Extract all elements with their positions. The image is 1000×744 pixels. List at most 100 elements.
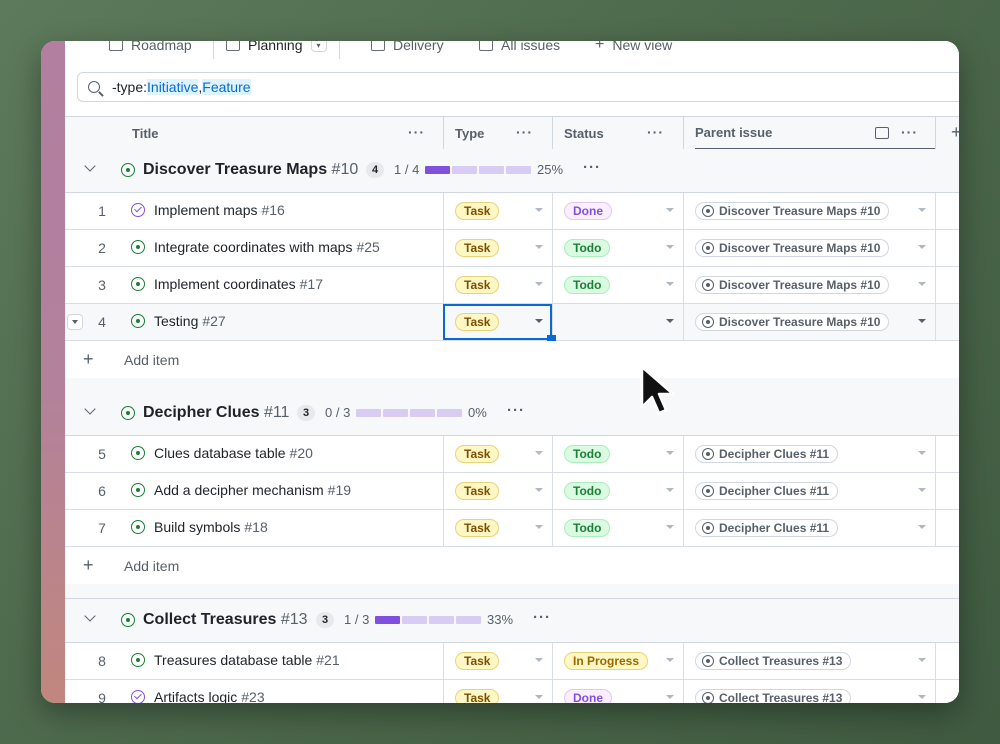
status-pill[interactable]: Todo xyxy=(564,445,611,463)
parent-issue-pill[interactable]: Decipher Clues #11 xyxy=(695,445,839,463)
parent-dropdown-icon[interactable] xyxy=(918,319,926,323)
collapse-group-icon[interactable] xyxy=(85,406,95,416)
tab-options-button[interactable]: ▾ xyxy=(310,41,327,52)
type-pill[interactable]: Task xyxy=(455,276,500,294)
table-row[interactable]: 4 Testing #27 Task Discover Treasure Maps… xyxy=(65,304,959,344)
parent-issue-pill[interactable]: Decipher Clues #11 xyxy=(695,519,839,537)
status-pill[interactable]: Todo xyxy=(564,519,611,537)
type-dropdown-icon[interactable] xyxy=(535,695,543,699)
table-row[interactable]: 1 Implement maps #16 Task Done Discover T… xyxy=(65,193,959,230)
issue-title[interactable]: Clues database table #20 xyxy=(131,445,313,461)
group-by-icon[interactable] xyxy=(875,127,889,139)
parent-dropdown-icon[interactable] xyxy=(918,658,926,662)
status-dropdown-icon[interactable] xyxy=(666,658,674,662)
row-menu-button[interactable] xyxy=(67,314,83,330)
collapse-group-icon[interactable] xyxy=(85,613,95,623)
column-header-title[interactable]: Title xyxy=(132,117,159,150)
column-header-status[interactable]: Status xyxy=(564,117,604,150)
parent-dropdown-icon[interactable] xyxy=(918,525,926,529)
tab-all-issues[interactable]: All issues xyxy=(479,41,560,59)
group-menu-icon[interactable]: ··· xyxy=(507,402,525,419)
status-pill[interactable]: Todo xyxy=(564,482,611,500)
issue-number: #18 xyxy=(244,519,268,535)
type-pill[interactable]: Task xyxy=(455,689,500,703)
issue-title[interactable]: Integrate coordinates with maps #25 xyxy=(131,239,380,255)
parent-dropdown-icon[interactable] xyxy=(918,245,926,249)
column-header-parent-issue[interactable]: Parent issue xyxy=(695,117,935,150)
collapse-group-icon[interactable] xyxy=(85,163,95,173)
status-pill[interactable]: In Progress xyxy=(564,652,649,670)
table-row[interactable]: 7 Build symbols #18 Task Todo Decipher Cl… xyxy=(65,510,959,547)
status-pill[interactable]: Todo xyxy=(564,276,611,294)
status-pill[interactable]: Done xyxy=(564,689,612,703)
type-pill[interactable]: Task xyxy=(455,239,500,257)
table-row[interactable]: 3 Implement coordinates #17 Task Todo Dis… xyxy=(65,267,959,304)
type-dropdown-icon[interactable] xyxy=(535,451,543,455)
type-pill[interactable]: Task xyxy=(455,202,500,220)
table-row[interactable]: 9 Artifacts logic #23 Task Done Collect T… xyxy=(65,680,959,703)
table-row[interactable]: 5 Clues database table #20 Task Todo Deci… xyxy=(65,436,959,473)
parent-dropdown-icon[interactable] xyxy=(918,282,926,286)
status-dropdown-icon[interactable] xyxy=(666,208,674,212)
group-title[interactable]: Collect Treasures #13 xyxy=(143,611,308,629)
filter-input[interactable]: -type:Initiative,Feature xyxy=(77,72,959,102)
type-pill[interactable]: Task xyxy=(455,482,500,500)
add-item-row[interactable]: + Add item xyxy=(65,341,959,379)
column-menu-icon[interactable]: ··· xyxy=(408,124,425,140)
parent-issue-pill[interactable]: Discover Treasure Maps #10 xyxy=(695,276,890,294)
type-pill[interactable]: Task xyxy=(455,445,500,463)
new-view-button[interactable]: + New view xyxy=(595,41,672,59)
parent-issue-pill[interactable]: Collect Treasures #13 xyxy=(695,689,852,703)
parent-issue-pill[interactable]: Discover Treasure Maps #10 xyxy=(695,202,890,220)
parent-dropdown-icon[interactable] xyxy=(918,488,926,492)
group-menu-icon[interactable]: ··· xyxy=(533,609,551,626)
status-dropdown-icon[interactable] xyxy=(666,319,674,323)
status-dropdown-icon[interactable] xyxy=(666,245,674,249)
group-menu-icon[interactable]: ··· xyxy=(583,159,601,176)
table-row[interactable]: 6 Add a decipher mechanism #19 Task Todo … xyxy=(65,473,959,510)
tab-planning[interactable]: Planning ▾ xyxy=(213,41,340,59)
type-dropdown-icon[interactable] xyxy=(535,282,543,286)
tab-delivery[interactable]: Delivery xyxy=(371,41,444,59)
status-dropdown-icon[interactable] xyxy=(666,451,674,455)
issue-title[interactable]: Implement coordinates #17 xyxy=(131,276,323,292)
parent-dropdown-icon[interactable] xyxy=(918,695,926,699)
parent-issue-pill[interactable]: Discover Treasure Maps #10 xyxy=(695,239,890,257)
issue-title[interactable]: Add a decipher mechanism #19 xyxy=(131,482,351,498)
type-dropdown-icon[interactable] xyxy=(535,525,543,529)
issue-title[interactable]: Artifacts logic #23 xyxy=(131,689,265,703)
type-dropdown-icon[interactable] xyxy=(535,658,543,662)
add-item-row[interactable]: + Add item xyxy=(65,547,959,585)
parent-issue-pill[interactable]: Collect Treasures #13 xyxy=(695,652,852,670)
status-dropdown-icon[interactable] xyxy=(666,282,674,286)
type-pill[interactable]: Task xyxy=(455,519,500,537)
status-pill[interactable]: Todo xyxy=(564,239,611,257)
issue-title[interactable]: Implement maps #16 xyxy=(131,202,285,218)
type-dropdown-icon[interactable] xyxy=(535,208,543,212)
group-title[interactable]: Discover Treasure Maps #10 xyxy=(143,161,358,179)
column-menu-icon[interactable]: ··· xyxy=(516,124,533,140)
parent-dropdown-icon[interactable] xyxy=(918,208,926,212)
type-pill[interactable]: Task xyxy=(455,652,500,670)
column-menu-icon[interactable]: ··· xyxy=(901,124,918,140)
parent-issue-pill[interactable]: Decipher Clues #11 xyxy=(695,482,839,500)
add-field-button[interactable]: + xyxy=(951,122,959,143)
selected-cell[interactable] xyxy=(443,304,552,340)
status-dropdown-icon[interactable] xyxy=(666,525,674,529)
column-header-type[interactable]: Type xyxy=(455,117,484,150)
issue-title[interactable]: Testing #27 xyxy=(131,313,226,329)
type-dropdown-icon[interactable] xyxy=(535,488,543,492)
table-row[interactable]: 2 Integrate coordinates with maps #25 Tas… xyxy=(65,230,959,267)
group-title[interactable]: Decipher Clues #11 xyxy=(143,404,289,422)
issue-title[interactable]: Treasures database table #21 xyxy=(131,652,340,668)
status-pill[interactable]: Done xyxy=(564,202,612,220)
parent-dropdown-icon[interactable] xyxy=(918,451,926,455)
column-menu-icon[interactable]: ··· xyxy=(647,124,664,140)
parent-issue-pill[interactable]: Discover Treasure Maps #10 xyxy=(695,313,890,331)
status-dropdown-icon[interactable] xyxy=(666,695,674,699)
status-dropdown-icon[interactable] xyxy=(666,488,674,492)
table-row[interactable]: 8 Treasures database table #21 Task In Pr… xyxy=(65,643,959,680)
type-dropdown-icon[interactable] xyxy=(535,245,543,249)
tab-roadmap[interactable]: Roadmap xyxy=(109,41,192,59)
issue-title[interactable]: Build symbols #18 xyxy=(131,519,268,535)
